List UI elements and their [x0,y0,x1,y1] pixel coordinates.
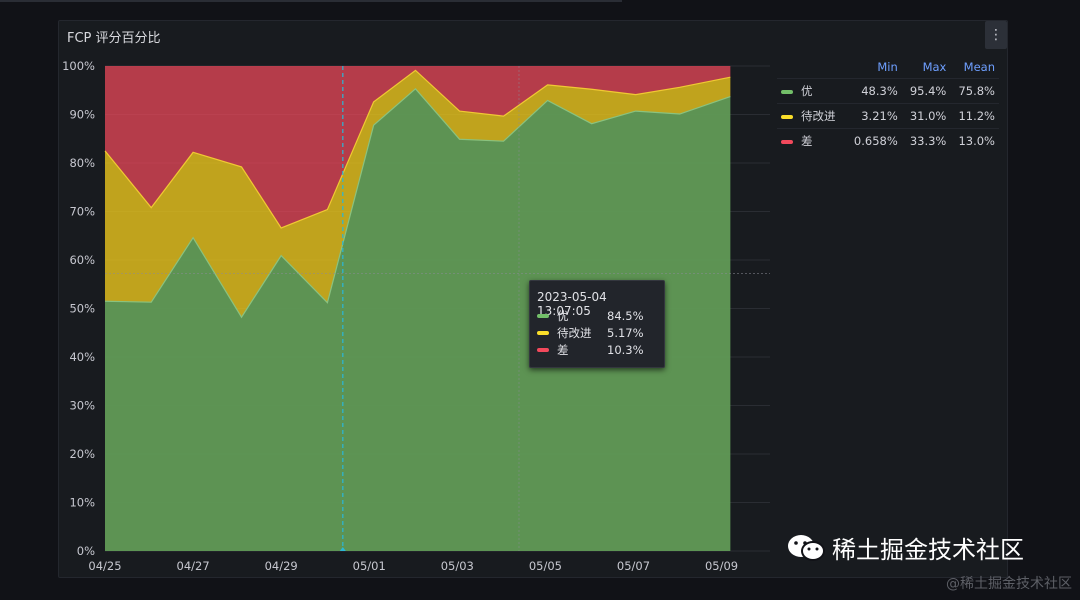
y-tick-label: 20% [69,447,95,461]
legend-row[interactable]: 待改进 3.21% 31.0% 11.2% [777,103,999,129]
tooltip-swatch [537,314,549,318]
legend-series-name: 优 [801,84,813,98]
legend-header-max[interactable]: Max [902,58,951,79]
x-tick-label: 05/07 [617,559,650,573]
legend-swatch [781,114,793,119]
tooltip-series-name: 差 [557,343,569,357]
legend-min: 3.21% [845,103,902,129]
tooltip-value: 10.3% [607,343,644,357]
y-tick-label: 90% [69,108,95,122]
y-tick-label: 70% [69,205,95,219]
legend-header-mean[interactable]: Mean [950,58,999,79]
x-tick-label: 05/01 [353,559,386,573]
legend-swatch [781,139,793,144]
tooltip-swatch [537,331,549,335]
x-tick-label: 05/05 [529,559,562,573]
legend-series-name: 待改进 [801,109,836,123]
hover-tooltip: 2023-05-04 13:07:05 优 84.5% 待改进 5.17% 差 … [529,280,665,368]
y-tick-label: 0% [77,544,95,558]
legend-max: 31.0% [901,103,951,129]
tooltip-row: 待改进 5.17% [537,325,644,341]
y-tick-label: 10% [69,496,95,510]
x-axis: 04/25 04/27 04/29 05/01 05/03 05/05 05/07 05/09 [88,559,738,573]
top-divider [0,0,622,2]
legend-mean: 75.8% [950,78,999,104]
tooltip-swatch [537,348,549,352]
tooltip-value: 5.17% [607,326,644,340]
legend-min: 0.658% [845,128,902,153]
y-tick-label: 40% [69,350,95,364]
x-tick-label: 05/03 [441,559,474,573]
tooltip-series-name: 优 [557,309,569,323]
wechat-icon [786,533,826,563]
y-tick-label: 50% [69,302,95,316]
x-tick-label: 04/27 [177,559,210,573]
y-tick-label: 60% [69,253,95,267]
legend-header-min[interactable]: Min [845,58,902,79]
x-tick-label: 05/09 [705,559,738,573]
legend-max: 33.3% [901,128,951,153]
legend-series-name: 差 [801,134,813,148]
watermark-sub: @稀土掘金技术社区 [946,576,1072,592]
legend-min: 48.3% [845,78,902,104]
legend-mean: 11.2% [950,103,999,129]
tooltip-series-name: 待改进 [557,326,592,340]
watermark-text: 稀土掘金技术社区 [832,536,1024,564]
legend-swatch [781,89,793,94]
legend-row[interactable]: 差 0.658% 33.3% 13.0% [777,128,999,153]
legend-max: 95.4% [901,78,951,104]
legend-mean: 13.0% [950,128,999,153]
x-tick-label: 04/25 [88,559,121,573]
legend-row[interactable]: 优 48.3% 95.4% 75.8% [777,78,999,104]
y-tick-label: 80% [69,156,95,170]
y-tick-label: 100% [62,59,95,73]
legend: Min Max Mean 优 48.3% 95.4% 75.8% 待改进 3.2… [777,58,999,153]
tooltip-row: 优 84.5% [537,308,644,324]
y-tick-label: 30% [69,399,95,413]
x-tick-label: 04/29 [265,559,298,573]
watermark: 稀土掘金技术社区 [786,530,1024,565]
tooltip-value: 84.5% [607,309,644,323]
tooltip-row: 差 10.3% [537,342,644,358]
